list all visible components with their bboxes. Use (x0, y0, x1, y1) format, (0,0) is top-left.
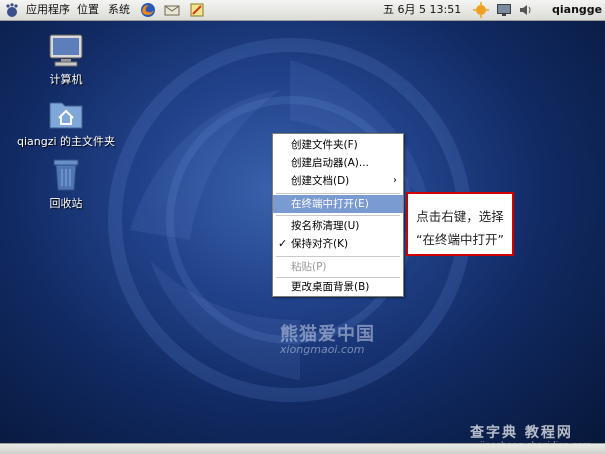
menu-system[interactable]: 系统 (108, 0, 130, 20)
menu-item-create-folder[interactable]: 创建文件夹(F) (273, 136, 403, 154)
watermark-site-url: jiaocheng.chazidian.com (480, 441, 592, 451)
menu-item-paste: 粘贴(P) (273, 258, 403, 276)
firefox-launcher-icon[interactable] (140, 2, 156, 18)
menu-item-open-in-terminal[interactable]: 在终端中打开(E) (273, 195, 403, 213)
gnome-foot-icon[interactable] (4, 2, 20, 18)
desktop-context-menu: 创建文件夹(F) 创建启动器(A)... 创建文档(D) › 在终端中打开(E)… (272, 133, 404, 297)
clock[interactable]: 五 6月 5 13:51 (383, 0, 461, 20)
top-panel: 应用程序 位置 系统 五 6月 5 13:51 qiangge (0, 0, 605, 21)
menu-places[interactable]: 位置 (77, 0, 99, 20)
menu-item-clean-up-by-name[interactable]: 按名称清理(U) (273, 217, 403, 235)
menu-item-label: 粘贴(P) (291, 261, 327, 273)
menu-item-label: 在终端中打开(E) (291, 198, 369, 210)
menu-item-label: 创建文件夹(F) (291, 139, 358, 151)
menu-item-label: 创建文档(D) (291, 175, 350, 187)
menu-item-label: 保持对齐(K) (291, 238, 349, 250)
desktop-icon-home-folder[interactable]: qiangzi 的主文件夹 (16, 98, 116, 149)
callout-line-2: “在终端中打开” (416, 232, 504, 247)
annotation-callout: 点击右键，选择 “在终端中打开” (406, 192, 514, 256)
desktop-icon-trash[interactable]: 回收站 (16, 158, 116, 211)
notes-launcher-icon[interactable] (189, 2, 205, 18)
watermark-logo-url: xiongmaoi.com (280, 343, 365, 356)
menu-item-label: 更改桌面背景(B) (291, 281, 370, 293)
menu-separator (276, 215, 400, 216)
network-monitor-icon[interactable] (496, 2, 512, 18)
menu-item-create-launcher[interactable]: 创建启动器(A)... (273, 154, 403, 172)
desktop-icon-computer[interactable]: 计算机 (16, 34, 116, 87)
menu-item-create-document[interactable]: 创建文档(D) › (273, 172, 403, 190)
checkmark-icon: ✓ (278, 237, 288, 250)
watermark-site: 查字典 教程网 (470, 425, 573, 441)
desktop-icon-label: qiangzi 的主文件夹 (16, 135, 116, 148)
update-notifier-icon[interactable] (473, 2, 489, 18)
menu-applications[interactable]: 应用程序 (26, 0, 70, 20)
volume-icon[interactable] (518, 2, 534, 18)
menu-item-keep-aligned[interactable]: ✓ 保持对齐(K) (273, 235, 403, 253)
desktop-icon-label: 回收站 (49, 197, 83, 210)
computer-icon (49, 34, 83, 67)
menu-separator (276, 256, 400, 257)
menu-item-label: 按名称清理(U) (291, 220, 360, 232)
submenu-arrow-icon: › (393, 175, 397, 186)
mail-launcher-icon[interactable] (164, 2, 180, 18)
menu-item-label: 创建启动器(A)... (291, 157, 369, 169)
trash-icon (53, 159, 79, 191)
user-name[interactable]: qiangge (552, 0, 602, 20)
home-folder-icon (49, 102, 83, 129)
desktop-icon-label: 计算机 (49, 73, 83, 86)
menu-separator (276, 193, 400, 194)
menu-item-change-background[interactable]: 更改桌面背景(B) (273, 278, 403, 296)
callout-line-1: 点击右键，选择 (416, 209, 504, 224)
